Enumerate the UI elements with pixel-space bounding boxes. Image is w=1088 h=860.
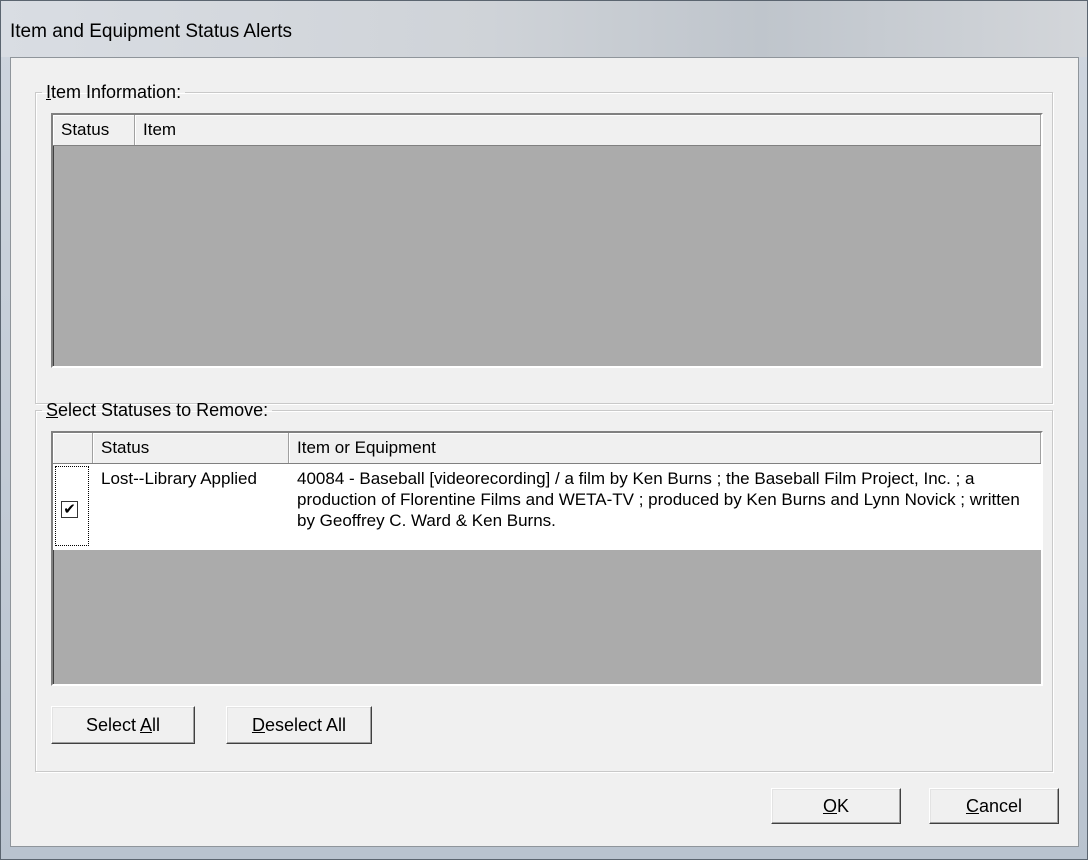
- statuses-header: Status Item or Equipment: [53, 433, 1041, 464]
- row-checkbox-cell[interactable]: ✔: [53, 464, 93, 550]
- select-all-button[interactable]: Select All: [51, 706, 195, 744]
- item-information-label: Item Information:: [46, 82, 182, 102]
- ok-button[interactable]: OK: [771, 788, 901, 824]
- item-information-header: Status Item: [53, 115, 1041, 146]
- row-status: Lost--Library Applied: [101, 469, 257, 488]
- statuses-list[interactable]: Status Item or Equipment ✔ Lost--Library…: [51, 431, 1043, 686]
- row-checkbox[interactable]: ✔: [61, 501, 78, 518]
- dialog-window: Item and Equipment Status Alerts Item In…: [0, 0, 1088, 860]
- cancel-button[interactable]: Cancel: [929, 788, 1059, 824]
- select-statuses-label: Select Statuses to Remove:: [46, 400, 269, 420]
- deselect-all-button[interactable]: Deselect All: [226, 706, 372, 744]
- deselect-all-label: Deselect All: [251, 714, 347, 735]
- select-all-label: Select All: [85, 714, 161, 735]
- cancel-label: Cancel: [965, 795, 1023, 816]
- column-header-check[interactable]: [53, 433, 93, 463]
- row-item-or-equipment: 40084 - Baseball [videorecording] / a fi…: [297, 469, 1020, 530]
- column-header-item[interactable]: Item: [135, 115, 1041, 145]
- dialog-body: Item Information: Status Item Select Sta…: [10, 57, 1079, 847]
- window-title: Item and Equipment Status Alerts: [10, 21, 292, 42]
- column-header-status[interactable]: Status: [93, 433, 289, 463]
- column-header-item-or-equipment[interactable]: Item or Equipment: [289, 433, 1041, 463]
- title-bar[interactable]: Item and Equipment Status Alerts: [1, 1, 1087, 57]
- item-information-list[interactable]: Status Item: [51, 113, 1043, 368]
- column-header-status[interactable]: Status: [53, 115, 135, 145]
- table-row[interactable]: ✔ Lost--Library Applied 40084 - Baseball…: [53, 464, 1041, 550]
- ok-label: OK: [822, 795, 850, 816]
